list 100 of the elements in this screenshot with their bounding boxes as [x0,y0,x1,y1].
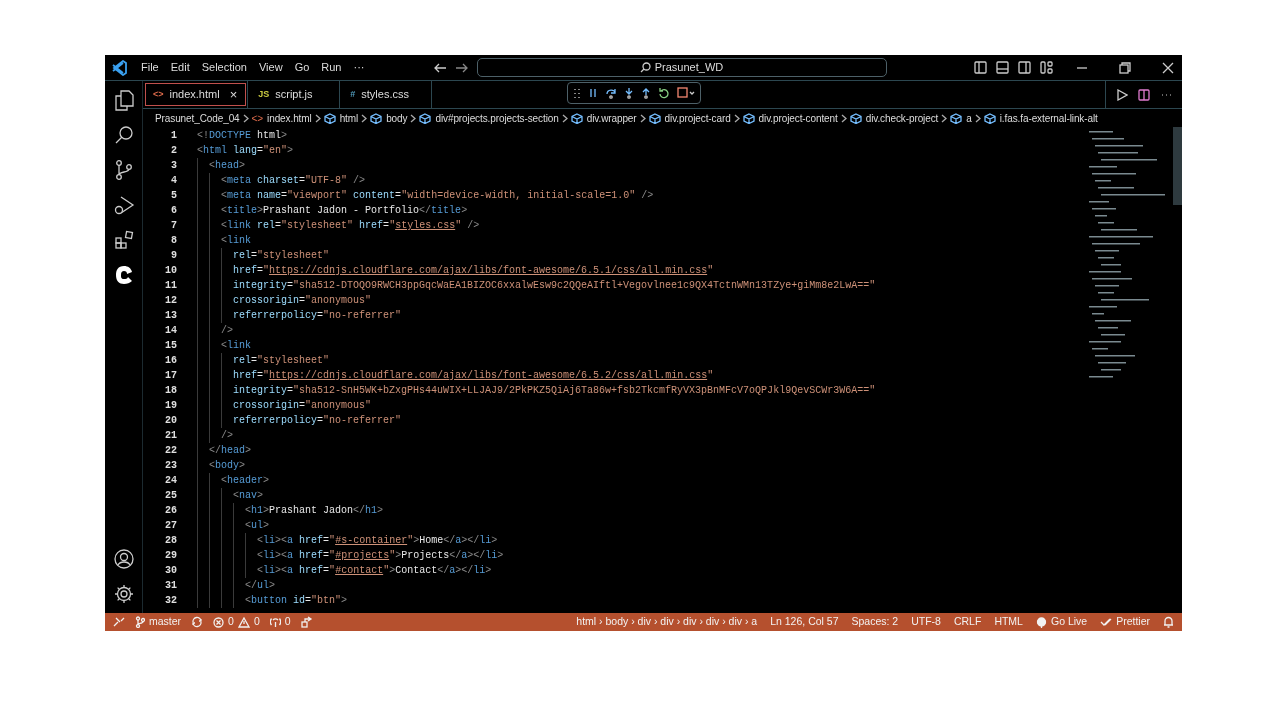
sidebar-layout-icon[interactable] [974,61,987,74]
problems-status[interactable]: 0 0 [213,614,260,630]
forward-arrow-icon[interactable] [454,61,469,74]
file-tab[interactable]: <> index.html × [143,81,249,108]
line-number: 7 [170,219,177,233]
menu-item[interactable]: Go [288,59,316,76]
prettier-status[interactable]: Prettier [1100,614,1150,630]
line-number: 27 [164,519,177,533]
menu-item[interactable]: Run [315,59,348,76]
breadcrumb-item[interactable]: div.project-card [648,110,731,126]
code-line: <li><a href="#projects">Projects</a></li> [257,549,504,563]
code-line: /> [221,324,234,338]
chevron-icon [941,113,948,123]
line-number: 6 [170,204,177,218]
code-line: <body> [209,459,246,473]
run-icon[interactable] [1116,88,1128,101]
tab-label: script.js [275,87,313,103]
cube-icon [370,112,383,124]
chevron-icon [314,113,321,123]
line-number: 9 [170,249,177,263]
code-line: </ul> [245,579,276,593]
code-line: href="https://cdnjs.cloudflare.com/ajax/libs/font-awesome/6.5.2/css/all.min.css" [233,369,714,383]
line-number: 24 [164,474,177,488]
live-share-icon[interactable] [300,616,313,628]
command-center-search[interactable]: Prasunet_WD [476,58,887,77]
branch-status[interactable]: master [135,614,182,630]
code-line: crossorigin="anonymous" [233,294,372,308]
line-number: 13 [164,309,177,323]
status-item[interactable]: CRLF [953,614,982,630]
run-debug-icon[interactable] [112,194,135,216]
step-out-icon[interactable] [641,87,651,99]
code-line: href="https://cdnjs.cloudflare.com/ajax/libs/font-awesome/6.5.1/css/all.min.css" [233,264,714,278]
status-item[interactable]: UTF-8 [911,614,941,630]
pause-icon[interactable] [588,87,598,99]
restore-icon[interactable] [1119,61,1131,74]
menu-item[interactable]: File [135,59,165,76]
sync-icon[interactable] [191,616,204,628]
explorer-icon[interactable] [112,89,135,111]
breadcrumb-item[interactable]: Prasunet_Code_04 [155,110,240,126]
status-item[interactable]: Spaces: 2 [851,614,899,630]
settings-icon[interactable] [112,583,135,605]
secondary-sidebar-icon[interactable] [1018,61,1031,74]
chevron-icon [410,113,417,123]
chevron-icon [361,113,368,123]
extensions-icon[interactable] [112,229,135,251]
step-into-icon[interactable] [624,87,634,99]
tab-close-button[interactable]: × [229,84,238,105]
chevron-icon [561,113,568,123]
breadcrumb-item[interactable]: i.fas.fa-external-link-alt [983,110,1098,126]
go-live-button[interactable]: Go Live [1035,614,1088,630]
split-editor-icon[interactable] [1138,88,1150,101]
breadcrumb-item[interactable]: html [323,110,359,126]
breadcrumb-item[interactable]: div#projects.projects-section [419,110,559,126]
code-line: <meta name="viewport" content="width=device-width, initial-scale=1.0" /> [221,189,654,203]
code-line: <li><a href="#contact">Contact</a></li> [257,564,492,578]
layout-grid-icon[interactable] [1040,61,1053,74]
search-icon [639,62,651,73]
breadcrumb-item[interactable]: <> index.html [251,110,312,126]
breadcrumb-item[interactable]: div.wrapper [570,110,637,126]
close-icon[interactable] [1162,61,1174,74]
panel-layout-icon[interactable] [996,61,1009,74]
ports-status[interactable]: 0 [269,614,291,630]
drag-handle-icon[interactable] [573,87,581,99]
chevron-icon [639,113,646,123]
branch-icon [135,616,145,628]
tab-label: styles.css [361,87,409,103]
menu-item[interactable]: ··· [347,59,371,76]
error-icon [213,616,225,628]
status-item[interactable]: html › body › div › div › div › div › div › a [576,614,758,630]
back-arrow-icon[interactable] [432,61,447,74]
line-number: 22 [164,444,177,458]
status-item[interactable]: HTML [994,614,1023,630]
breadcrumb-item[interactable]: div.project-content [742,110,838,126]
menu-item[interactable]: View [252,59,289,76]
line-number: 16 [164,354,177,368]
breadcrumb-item[interactable]: body [370,110,408,126]
cube-icon [950,112,963,124]
double-check-icon [1100,617,1113,627]
antenna-icon [269,616,281,628]
code-line: referrerpolicy="no-referrer" [233,309,402,323]
code-line: integrity="sha512-SnH5WK+bZxgPHs44uWIX+LLJAJ9/2PkPKZ5QiAj6Ta86w+fsb2TkcmfRyVX3pBnMFcV7oQPJkl9QevSCWr3W6A==" [233,384,876,398]
line-number: 3 [170,159,177,173]
code-line: <button id="btn"> [245,594,348,608]
chevron-icon [242,113,249,123]
code-line: <title>Prashant Jadon - Portfolio</title> [221,204,468,218]
status-item[interactable]: Ln 126, Col 57 [770,614,839,630]
code-line: <nav> [233,489,264,503]
code-line: <header> [221,474,270,488]
restart-icon[interactable] [658,87,670,99]
notifications-bell-icon[interactable] [1163,616,1174,628]
stop-icon[interactable] [677,87,695,99]
menu-item[interactable]: Selection [195,59,253,76]
scrollbar-thumb[interactable] [1173,127,1182,205]
step-over-icon[interactable] [605,87,617,99]
account-icon[interactable] [112,548,135,570]
breadcrumb-item[interactable]: div.check-project [849,110,939,126]
breadcrumb-item[interactable]: a [950,110,972,126]
menu-item[interactable]: Edit [164,59,196,76]
cube-icon [849,112,862,124]
cube-icon [419,112,432,124]
